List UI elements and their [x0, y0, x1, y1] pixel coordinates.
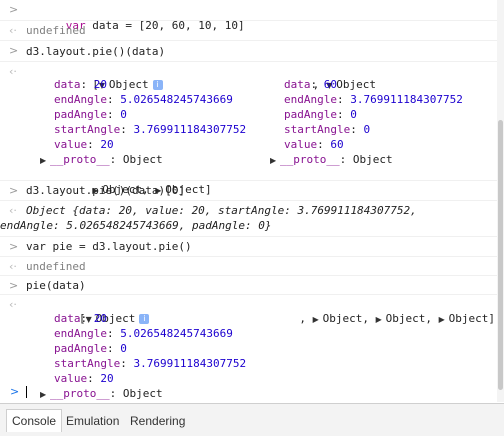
console-input-code[interactable]: var pie = d3.layout.pie(): [26, 237, 497, 254]
prop-value: 3.769911184307752: [350, 93, 463, 106]
output-return-icon: ‹·: [9, 298, 17, 311]
prop-value: 3.769911184307752: [133, 123, 247, 136]
collapsed-triangle-icon[interactable]: ▶: [376, 312, 386, 327]
console-input-entry: > pie(data): [0, 276, 497, 295]
prop-key: value: [54, 138, 88, 151]
proto-value: Object: [122, 153, 163, 166]
collapsed-triangle-icon[interactable]: ▶: [313, 312, 323, 327]
prop-key: endAngle: [54, 93, 107, 106]
object-tree-2: ▼Object, data: 60 endAngle: 3.7699111843…: [270, 78, 463, 168]
prop-value: 60: [330, 138, 344, 151]
prop-value: 3.769911184307752: [133, 357, 247, 370]
prop-key: startAngle: [284, 123, 351, 136]
prop-key: data: [284, 78, 311, 91]
prop-value: 20: [100, 138, 114, 151]
tab-emulation[interactable]: Emulation: [61, 410, 124, 432]
prop-key: data: [54, 312, 81, 325]
info-icon[interactable]: i: [152, 80, 163, 90]
console-panel: > var data = [20, 60, 10, 10] ‹· undefin…: [0, 0, 497, 402]
input-prompt-icon: >: [9, 184, 19, 197]
prop-key: padAngle: [284, 108, 337, 121]
prop-value: 0: [363, 123, 371, 136]
prop-key: padAngle: [54, 108, 107, 121]
tab-console[interactable]: Console: [6, 409, 63, 432]
input-prompt-icon: >: [9, 240, 19, 253]
prop-key: value: [284, 138, 318, 151]
console-input-entry: > var data = [20, 60, 10, 10]: [0, 0, 497, 32]
proto-value: Object: [352, 153, 393, 166]
object-label[interactable]: Object: [109, 78, 149, 91]
prop-value: 60: [323, 78, 337, 91]
prop-value: 20: [93, 312, 107, 325]
prop-value: 5.026548245743669: [120, 327, 233, 340]
info-icon[interactable]: i: [139, 314, 150, 324]
tab-rendering[interactable]: Rendering: [125, 410, 190, 432]
prop-value: 0: [120, 342, 127, 355]
proto-key[interactable]: __proto__: [50, 153, 110, 166]
console-input-entry: > var pie = d3.layout.pie(): [0, 237, 497, 257]
console-prompt-input[interactable]: >: [0, 383, 497, 402]
output-return-icon: ‹·: [9, 65, 17, 78]
collapsed-triangle-icon[interactable]: ▶: [40, 153, 50, 168]
output-return-icon: ‹·: [9, 24, 17, 37]
console-input-code[interactable]: pie(data): [26, 276, 497, 293]
console-output-entry: ‹· [▼ Object i, ▶ Object, ▶ Object, ▶ Object]…: [0, 295, 497, 400]
collapsed-object[interactable]: Object,: [386, 312, 432, 325]
scrollbar-thumb[interactable]: [498, 120, 503, 390]
collapsed-triangle-icon[interactable]: ▶: [439, 312, 449, 327]
output-return-icon: ‹·: [9, 204, 17, 217]
console-input-code[interactable]: d3.layout.pie()(data): [26, 41, 497, 59]
prop-key: startAngle: [54, 123, 121, 136]
prop-value: 0: [120, 108, 127, 121]
output-return-icon: ‹·: [9, 260, 17, 273]
prompt-chevron-icon: >: [10, 385, 20, 398]
console-input-entry: > d3.layout.pie()(data)[0]: [0, 181, 497, 201]
input-prompt-icon: >: [9, 279, 19, 292]
object-preview-line[interactable]: Object {data: 20, value: 20, startAngle:…: [26, 203, 497, 218]
collapsed-object[interactable]: Object]: [449, 312, 495, 325]
console-input-code[interactable]: d3.layout.pie()(data)[0]: [26, 181, 497, 198]
drawer-tabbar: Console Emulation Rendering: [0, 403, 504, 436]
console-output-text: undefined: [26, 260, 86, 273]
console-input-entry: > d3.layout.pie()(data): [0, 41, 497, 62]
console-output-entry: ‹· undefined: [0, 21, 497, 41]
console-output-entry: ‹· undefined: [0, 257, 497, 276]
prop-key: startAngle: [54, 357, 121, 370]
prop-key: endAngle: [284, 93, 337, 106]
prop-value: 0: [350, 108, 357, 121]
text-cursor: [26, 386, 27, 398]
console-output-entry: ‹· Object {data: 20, value: 20, startAng…: [0, 201, 497, 237]
prop-value: 5.026548245743669: [120, 93, 233, 106]
proto-key[interactable]: __proto__: [280, 153, 340, 166]
input-prompt-icon: >: [9, 44, 19, 57]
console-output-entry: ‹· [▼ Object i, data: 20 endAngle: 5.02654…: [0, 62, 497, 196]
collapsed-triangle-icon[interactable]: ▶: [270, 153, 280, 168]
collapsed-object[interactable]: Object,: [323, 312, 369, 325]
console-output-text: undefined: [26, 24, 86, 37]
object-label[interactable]: Object: [336, 78, 376, 91]
prop-key: endAngle: [54, 327, 107, 340]
input-prompt-icon: >: [9, 3, 19, 16]
prop-key: padAngle: [54, 342, 107, 355]
prop-value: 20: [93, 78, 107, 91]
prop-key: data: [54, 78, 81, 91]
console-scrollbar[interactable]: [497, 0, 504, 402]
object-preview-line[interactable]: endAngle: 5.026548245743669, padAngle: 0…: [0, 218, 497, 233]
